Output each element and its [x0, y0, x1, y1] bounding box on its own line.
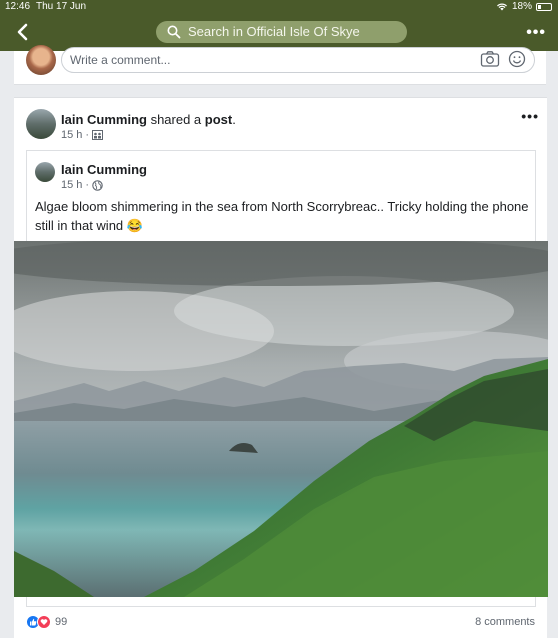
battery-percent: 18% [511, 1, 532, 12]
shared-post-meta: 15 h · [61, 179, 103, 191]
love-reaction-icon [37, 615, 51, 629]
globe-icon [92, 179, 103, 191]
post-time[interactable]: 15 h [61, 129, 82, 141]
emoji-icon[interactable] [508, 50, 526, 68]
status-bar: 12:46 Thu 17 Jun 18% [0, 0, 558, 14]
status-right: 18% [496, 1, 552, 12]
shared-post-time[interactable]: 15 h [61, 179, 82, 191]
search-icon [167, 25, 181, 39]
top-nav-bar: Search in Official Isle Of Skye ••• [0, 14, 558, 51]
landscape-photo[interactable] [14, 241, 548, 597]
shared-author-avatar[interactable] [35, 162, 55, 182]
shared-author-name[interactable]: Iain Cumming [61, 162, 147, 177]
group-audience-icon [92, 130, 104, 140]
comment-input[interactable]: Write a comment... [61, 47, 535, 73]
meta-separator: · [85, 179, 90, 191]
header-trailing: . [232, 112, 236, 127]
shared-post-link[interactable]: post [205, 112, 232, 127]
meta-separator: · [85, 129, 90, 141]
search-placeholder: Search in Official Isle Of Skye [188, 24, 360, 39]
camera-icon[interactable] [480, 50, 500, 68]
shared-post-text: Algae bloom shimmering in the sea from N… [35, 199, 529, 233]
battery-icon [536, 2, 552, 11]
post-card: Iain Cumming shared a post. 15 h · ••• I… [14, 97, 548, 638]
shared-post[interactable]: Iain Cumming 15 h · Algae bloom shimmeri… [14, 150, 548, 607]
post-header: Iain Cumming shared a post. [61, 112, 236, 127]
status-time: 12:46 [5, 1, 31, 12]
back-arrow-icon[interactable] [14, 22, 32, 42]
comment-composer: Write a comment... [14, 45, 546, 85]
comments-count-link[interactable]: 8 comments [475, 616, 535, 628]
post-more-icon[interactable]: ••• [521, 108, 539, 124]
wifi-icon [497, 3, 507, 11]
reactions-summary[interactable]: 99 [26, 615, 67, 629]
more-options-icon[interactable]: ••• [526, 24, 546, 42]
group-search-input[interactable]: Search in Official Isle Of Skye [156, 21, 407, 43]
author-name[interactable]: Iain Cumming [61, 112, 147, 127]
reactions-count: 99 [55, 616, 68, 628]
author-avatar[interactable] [26, 109, 56, 139]
comment-placeholder: Write a comment... [70, 53, 171, 67]
status-date: Thu 17 Jun [36, 1, 87, 12]
photo-image [14, 241, 548, 597]
my-avatar [26, 45, 56, 75]
post-meta: 15 h · [61, 129, 104, 141]
shared-action-text: shared a [146, 112, 205, 127]
